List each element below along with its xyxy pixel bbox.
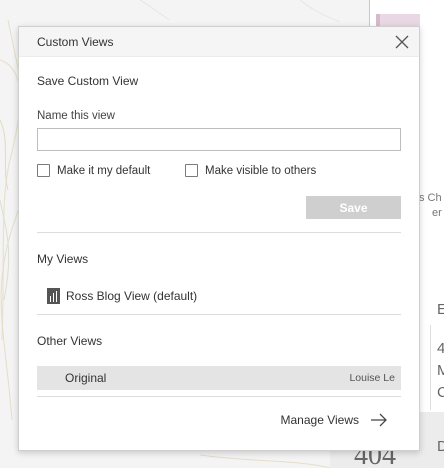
make-default-label: Make it my default [57, 164, 151, 177]
background-side-heading: E [437, 301, 444, 318]
background-caption: s Ch [419, 192, 442, 204]
make-default-option[interactable]: Make it my default [37, 164, 150, 177]
other-view-item[interactable]: Original Louise Le [37, 366, 401, 390]
background-row: 4 [437, 340, 444, 357]
other-views-heading: Other Views [37, 334, 103, 348]
my-view-item[interactable]: Ross Blog View (default) [47, 288, 197, 304]
make-default-checkbox[interactable] [37, 164, 50, 177]
close-button[interactable] [393, 33, 411, 51]
dialog-title: Custom Views [37, 35, 114, 49]
background-row: C [437, 384, 444, 401]
make-visible-checkbox[interactable] [185, 164, 198, 177]
background-row: M [437, 362, 444, 379]
custom-views-dialog: Custom Views Save Custom View Name this … [18, 26, 420, 451]
manage-views-link[interactable]: Manage Views [281, 413, 389, 427]
other-view-label: Original [65, 371, 107, 385]
my-view-label: Ross Blog View (default) [66, 289, 198, 303]
close-icon [395, 35, 409, 49]
save-button[interactable]: Save [306, 196, 401, 219]
background-caption-line2: er [432, 207, 442, 219]
section-divider [37, 314, 401, 315]
make-visible-label: Make visible to others [205, 164, 317, 177]
make-visible-option[interactable]: Make visible to others [185, 164, 316, 177]
manage-views-label: Manage Views [280, 413, 360, 427]
save-section-heading: Save Custom View [37, 74, 139, 88]
bar-chart-icon [47, 288, 60, 304]
arrow-right-icon [371, 413, 387, 427]
other-view-owner: Louise Le [349, 372, 395, 384]
section-divider [37, 232, 401, 233]
name-field-label: Name this view [37, 110, 115, 122]
my-views-heading: My Views [37, 252, 89, 266]
dialog-header: Custom Views [19, 27, 419, 57]
view-name-input[interactable] [37, 128, 401, 151]
section-divider [37, 396, 401, 397]
background-kpi-label: D [437, 438, 444, 455]
